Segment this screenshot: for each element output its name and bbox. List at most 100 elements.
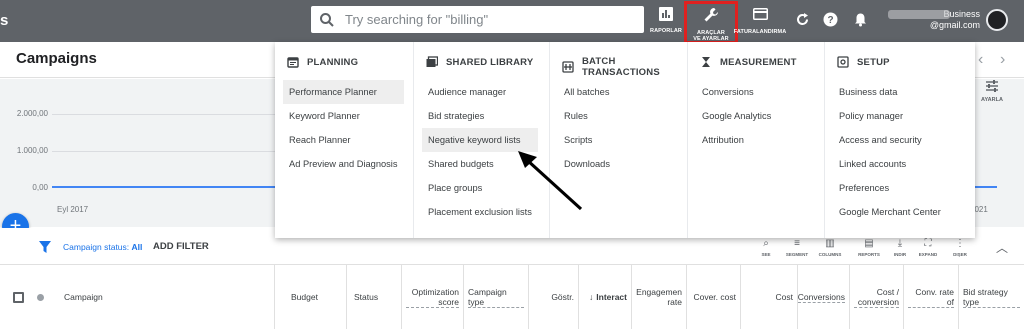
adjust-label: AYARLA (981, 97, 1003, 103)
column-header-conversion-rate[interactable]: Conv. rate of (904, 265, 959, 329)
menu-section-title: MEASUREMENT (720, 56, 797, 68)
toolbar-button-label: INDIR (893, 252, 907, 257)
adjust-button[interactable]: AYARLA (981, 79, 1003, 103)
billing-button[interactable]: FATURALANDIRMA (734, 7, 786, 37)
y-tick-label: 1.000,00 (16, 146, 48, 155)
filter-icon[interactable] (39, 240, 51, 253)
setup-icon (837, 56, 849, 68)
y-tick-label: 0,00 (32, 183, 48, 192)
toolbar-button-label: SEGMENT (785, 252, 809, 257)
column-header-campaign-type[interactable]: Campaign type (464, 265, 529, 329)
menu-item-conversions[interactable]: Conversions (696, 80, 777, 104)
account-name-redaction (888, 10, 950, 19)
svg-text:?: ? (827, 15, 833, 26)
column-header-campaign[interactable]: Campaign (60, 265, 275, 329)
tools-and-settings-menu: PLANNING Performance Planner Keyword Plann… (275, 42, 975, 238)
menu-item-linked-accounts[interactable]: Linked accounts (833, 152, 947, 176)
campaign-status-filter[interactable]: Campaign status: All (63, 242, 142, 252)
series-line (52, 186, 277, 188)
search-input[interactable] (345, 12, 625, 27)
calendar-icon (287, 56, 299, 68)
avatar[interactable] (986, 9, 1008, 31)
grid-line (52, 114, 277, 115)
add-filter-button[interactable]: ADD FILTER (153, 241, 209, 252)
chevron-left-icon[interactable]: ‹ (978, 51, 983, 69)
column-header-cost[interactable]: Cost (741, 265, 798, 329)
brand-fragment: s (0, 12, 9, 29)
search-box[interactable] (311, 6, 644, 33)
toolbar-button-label: COLUMNS (818, 252, 842, 257)
billing-label: FATURALANDIRMA (733, 29, 787, 35)
menu-item-all-batches[interactable]: All batches (558, 80, 616, 104)
page-title: Campaigns (16, 50, 97, 67)
tools-and-settings-button[interactable]: ARAÇLAR VE AYARLAR (684, 1, 738, 44)
menu-column-setup: SETUP Business data Policy manager Access a… (825, 42, 975, 238)
account-line2: @gmail.com (929, 20, 980, 30)
menu-item-reach-planner[interactable]: Reach Planner (283, 128, 404, 152)
menu-section-heading: SHARED LIBRARY (426, 56, 533, 68)
batch-icon (562, 61, 574, 73)
expand-icon: ⛶ (924, 238, 932, 249)
column-header-interactions[interactable]: ↓ Interact (579, 265, 632, 329)
wrench-icon (703, 7, 719, 28)
library-icon (426, 56, 439, 68)
reports-toolbar-button[interactable]: ▤ REPORTS (855, 238, 883, 257)
refresh-icon[interactable] (795, 12, 810, 27)
menu-section-heading: BATCH TRANSACTIONS (562, 56, 687, 78)
column-header-status[interactable]: Status (347, 265, 402, 329)
chevron-up-icon[interactable]: ︿ (996, 239, 1008, 256)
expand-toolbar-button[interactable]: ⛶ EXPAND (914, 238, 942, 257)
menu-item-attribution[interactable]: Attribution (696, 128, 777, 152)
menu-item-keyword-planner[interactable]: Keyword Planner (283, 104, 404, 128)
see-toolbar-button[interactable]: ⌕ SEE (752, 238, 780, 257)
menu-item-bid-strategies[interactable]: Bid strategies (422, 104, 538, 128)
reports-button[interactable]: RAPORLAR (650, 7, 682, 37)
menu-item-preferences[interactable]: Preferences (833, 176, 947, 200)
menu-item-google-analytics[interactable]: Google Analytics (696, 104, 777, 128)
column-header-optimization-score[interactable]: Optimization score (402, 265, 464, 329)
toolbar-button-label: SEE (761, 252, 771, 257)
menu-item-access-and-security[interactable]: Access and security (833, 128, 947, 152)
column-header-impressions[interactable]: Göstr. (529, 265, 579, 329)
annotation-arrow (518, 151, 583, 211)
menu-section-heading: SETUP (837, 56, 890, 68)
column-header-bid-strategy-type[interactable]: Bid strategy type (959, 265, 1024, 329)
sort-arrow-down-icon: ↓ (589, 292, 594, 302)
menu-section-heading: PLANNING (287, 56, 358, 68)
menu-item-performance-planner[interactable]: Performance Planner (283, 80, 404, 104)
column-header-conversions[interactable]: Conversions (797, 265, 850, 329)
menu-item-policy-manager[interactable]: Policy manager (833, 104, 947, 128)
notification-bell-icon[interactable] (853, 12, 868, 27)
menu-item-ad-preview-and-diagnosis[interactable]: Ad Preview and Diagnosis (283, 152, 404, 176)
menu-item-list: Business data Policy manager Access and se… (833, 80, 947, 224)
segment-toolbar-button[interactable]: ≡ SEGMENT (783, 238, 811, 257)
menu-item-business-data[interactable]: Business data (833, 80, 947, 104)
sliders-icon (985, 79, 999, 96)
x-tick-label-start: Eyl 2017 (57, 205, 89, 214)
indir-toolbar-button[interactable]: ⤓ INDIR (886, 238, 914, 257)
toolbar-button-label: REPORTS (858, 252, 880, 257)
menu-item-list: Conversions Google Analytics Attribution (696, 80, 777, 152)
menu-item-list: Performance Planner Keyword Planner Reach … (283, 80, 404, 176)
status-filter-value: All (131, 242, 143, 252)
columns-toolbar-button[interactable]: ▥ COLUMNS (816, 238, 844, 257)
segment-icon: ≡ (794, 238, 800, 249)
toolbar-button-label: DIŞER (953, 252, 967, 257)
help-icon[interactable]: ? (823, 12, 838, 27)
menu-item-audience-manager[interactable]: Audience manager (422, 80, 538, 104)
column-header-budget[interactable]: Budget (275, 265, 347, 329)
menu-section-title: SHARED LIBRARY (446, 56, 534, 68)
status-filter-label: Campaign status: (63, 242, 130, 252)
select-all-checkbox[interactable] (13, 292, 24, 303)
column-header-cover-cost[interactable]: Cover. cost (687, 265, 741, 329)
account-info[interactable]: Business @gmail.com (888, 9, 980, 31)
menu-column-measurement: MEASUREMENT Conversions Google Analytics At… (688, 42, 825, 238)
chevron-right-icon[interactable]: › (1000, 51, 1005, 69)
download-icon: ⤓ (897, 238, 903, 249)
column-header-cost-per-conversion[interactable]: Cost / conversion (850, 265, 904, 329)
column-header-engagement-rate[interactable]: Engagemen rate (632, 265, 687, 329)
menu-item-google-merchant-center[interactable]: Google Merchant Center (833, 200, 947, 224)
menu-item-rules[interactable]: Rules (558, 104, 616, 128)
dişer-toolbar-button[interactable]: ⋮ DIŞER (946, 238, 974, 257)
credit-card-icon (752, 7, 768, 25)
